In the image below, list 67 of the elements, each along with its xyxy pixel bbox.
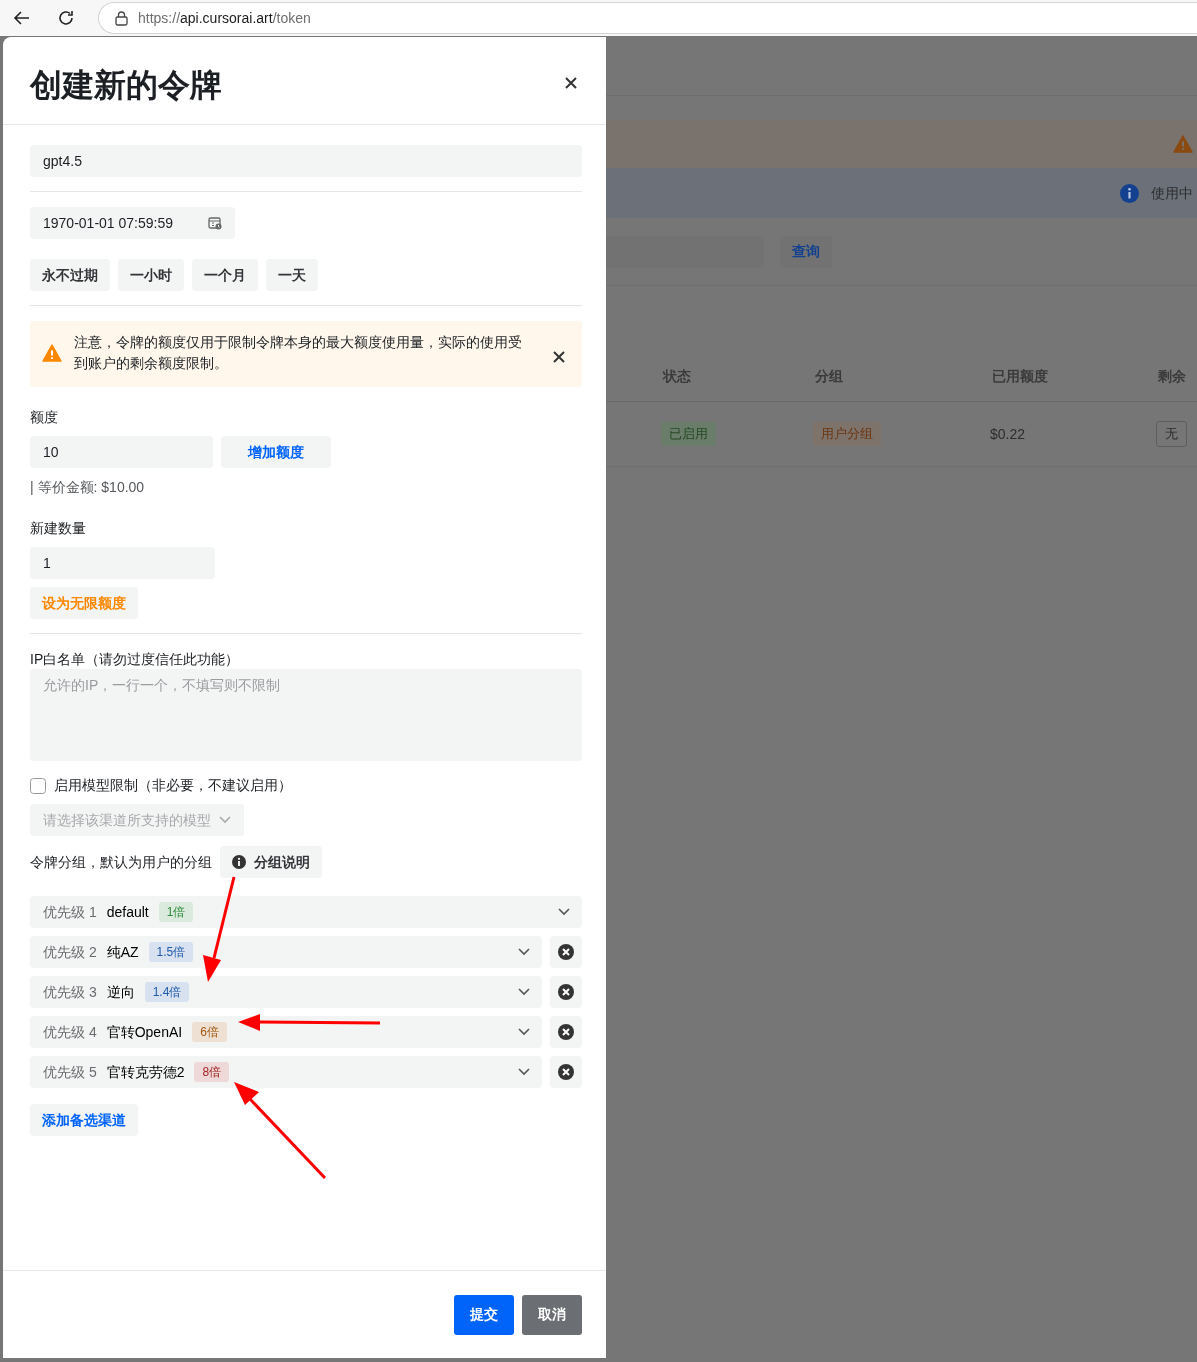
lock-icon <box>115 10 128 26</box>
rate-tag: 1.4倍 <box>144 982 190 1002</box>
alert-text: 注意，令牌的额度仅用于限制令牌本身的最大额度使用量，实际的使用受到账户的剩余额度限制。 <box>74 334 523 373</box>
chevron-down-icon <box>558 908 570 916</box>
group-label: 令牌分组，默认为用户的分组 <box>30 852 212 872</box>
close-circle-icon <box>558 1024 574 1040</box>
close-circle-icon <box>558 944 574 960</box>
chevron-down-icon <box>219 816 231 824</box>
add-channel-button[interactable]: 添加备选渠道 <box>30 1104 138 1136</box>
status-tag: 已启用 <box>661 422 716 446</box>
address-bar[interactable]: https://api.cursorai.art/token <box>98 2 1197 34</box>
preset-button[interactable]: 永不过期 <box>30 259 110 291</box>
table-cell-text: $0.22 <box>990 424 1026 444</box>
model-limit-checkbox[interactable] <box>30 777 46 794</box>
priority-select[interactable]: 优先级 3 逆向 1.4倍 <box>30 976 542 1008</box>
priority-select[interactable]: 优先级 5 官转克劳德2 8倍 <box>30 1056 542 1088</box>
info-icon <box>232 855 246 869</box>
rate-tag: 1倍 <box>158 902 194 922</box>
quota-field[interactable]: 10 <box>30 436 213 468</box>
add-quota-button[interactable]: 增加额度 <box>221 436 331 468</box>
name-field[interactable]: gpt4.5 <box>30 145 582 177</box>
info-icon <box>1120 183 1139 203</box>
preset-button[interactable]: 一天 <box>266 259 318 291</box>
preset-button[interactable]: 一个月 <box>192 259 258 291</box>
chevron-down-icon <box>518 948 530 956</box>
preset-button[interactable]: 一小时 <box>118 259 184 291</box>
checkbox-label: 启用模型限制（非必要，不建议启用） <box>54 776 292 795</box>
group-help-button[interactable]: 分组说明 <box>220 846 322 878</box>
sheet-title: 创建新的令牌 <box>30 66 222 105</box>
calendar-icon <box>208 216 222 230</box>
date-field[interactable]: 1970-01-01 07:59:59 <box>30 207 235 239</box>
chevron-down-icon <box>518 988 530 996</box>
column-header: 剩余 <box>1158 367 1187 386</box>
quota-tag: 无 <box>1156 421 1187 447</box>
submit-button[interactable]: 提交 <box>454 1294 514 1335</box>
chevron-down-icon <box>518 1028 530 1036</box>
close-circle-icon <box>558 1064 574 1080</box>
remove-button[interactable] <box>550 1016 582 1048</box>
warning-icon <box>1173 135 1193 153</box>
column-header: 分组 <box>815 367 844 386</box>
field-label: 新建数量 <box>30 519 87 538</box>
warning-icon <box>42 344 62 362</box>
column-header: 已用额度 <box>992 367 1049 386</box>
rate-tag: 6倍 <box>192 1022 227 1042</box>
close-icon <box>553 351 565 364</box>
count-field[interactable]: 1 <box>30 547 215 579</box>
priority-select[interactable]: 优先级 2 纯AZ 1.5倍 <box>30 936 542 968</box>
remove-button[interactable] <box>550 1056 582 1088</box>
banner-text: 使用中 <box>1151 183 1193 203</box>
field-label: IP白名单（请勿过度信任此功能） <box>30 650 241 669</box>
field-label: 额度 <box>30 408 59 427</box>
priority-select[interactable]: 优先级 4 官转OpenAI 6倍 <box>30 1016 542 1048</box>
priority-select[interactable]: 优先级 1 default 1倍 <box>30 896 582 928</box>
rate-tag: 1.5倍 <box>148 942 194 962</box>
cancel-button[interactable]: 取消 <box>522 1294 582 1335</box>
group-tag: 用户分组 <box>813 422 881 446</box>
search-field[interactable] <box>606 235 764 268</box>
remove-button[interactable] <box>550 976 582 1008</box>
chevron-down-icon <box>518 1068 530 1076</box>
rate-tag: 8倍 <box>194 1062 230 1082</box>
close-icon <box>564 75 578 90</box>
ip-whitelist-field[interactable]: 允许的IP，一行一个，不填写则不限制 <box>30 669 582 761</box>
close-circle-icon <box>558 984 574 1000</box>
reload-icon <box>56 8 76 28</box>
remove-button[interactable] <box>550 936 582 968</box>
equivalent-amount: | 等价金额: $10.00 <box>30 478 146 497</box>
column-header: 状态 <box>663 367 692 386</box>
